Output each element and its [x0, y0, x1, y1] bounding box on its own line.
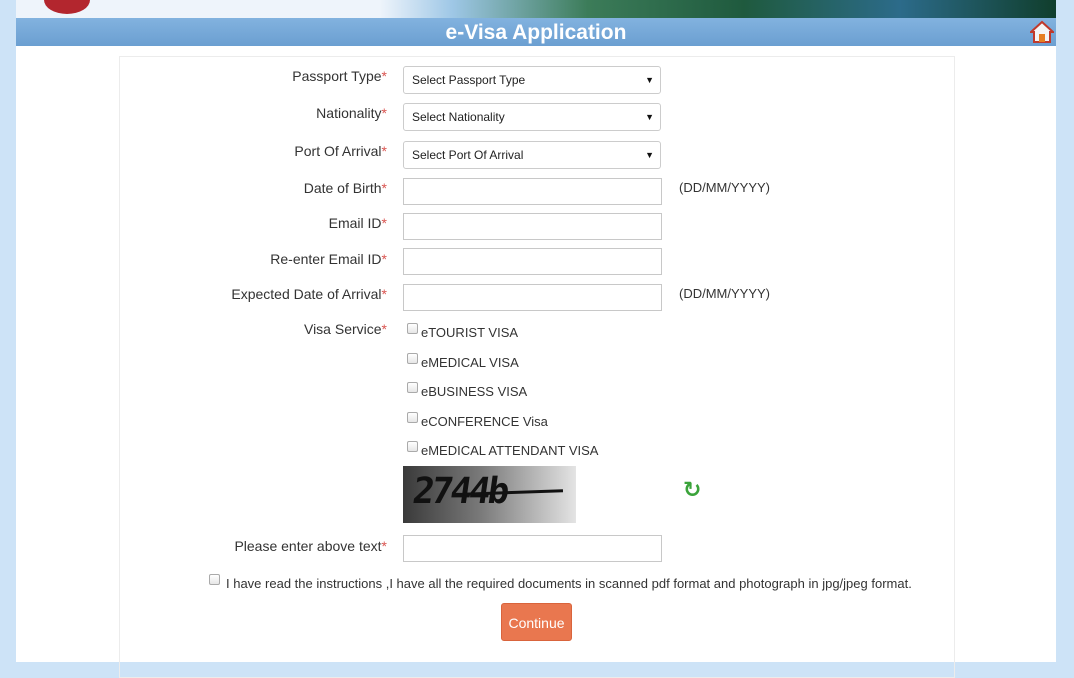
- captcha-input-label: Please enter above text*: [234, 538, 387, 554]
- emedical-attendant-label: eMEDICAL ATTENDANT VISA: [421, 443, 599, 458]
- passport-type-select[interactable]: Select Passport Type ▼: [403, 66, 661, 94]
- date-format-hint: (DD/MM/YYYY): [679, 180, 770, 195]
- port-of-arrival-label: Port Of Arrival*: [294, 143, 387, 159]
- captcha-image: 2744b: [403, 466, 576, 523]
- agreement-checkbox[interactable]: [209, 574, 220, 585]
- captcha-input[interactable]: [403, 535, 662, 562]
- date-of-birth-label: Date of Birth*: [303, 180, 387, 196]
- port-of-arrival-select[interactable]: Select Port Of Arrival ▼: [403, 141, 661, 169]
- email-input[interactable]: [403, 213, 662, 240]
- nationality-select[interactable]: Select Nationality ▼: [403, 103, 661, 131]
- visa-service-label: Visa Service*: [303, 321, 387, 337]
- dropdown-arrow-icon: ▼: [645, 75, 654, 85]
- emedical-checkbox[interactable]: [407, 353, 418, 364]
- refresh-icon[interactable]: ↻: [683, 477, 701, 503]
- expected-arrival-label: Expected Date of Arrival*: [231, 286, 387, 302]
- reenter-email-label: Re-enter Email ID*: [270, 251, 387, 267]
- dropdown-arrow-icon: ▼: [645, 150, 654, 160]
- email-label: Email ID*: [328, 215, 387, 231]
- nationality-label: Nationality*: [316, 105, 387, 121]
- continue-button[interactable]: Continue: [501, 603, 572, 641]
- agreement-text: I have read the instructions ,I have all…: [226, 576, 912, 591]
- emedical-attendant-checkbox[interactable]: [407, 441, 418, 452]
- expected-arrival-input[interactable]: [403, 284, 662, 311]
- ebusiness-checkbox[interactable]: [407, 382, 418, 393]
- date-of-birth-input[interactable]: [403, 178, 662, 205]
- econference-checkbox[interactable]: [407, 412, 418, 423]
- econference-label: eCONFERENCE Visa: [421, 414, 548, 429]
- ebusiness-label: eBUSINESS VISA: [421, 384, 528, 399]
- passport-type-label: Passport Type*: [292, 68, 387, 84]
- etourist-checkbox[interactable]: [407, 323, 418, 334]
- date-format-hint: (DD/MM/YYYY): [679, 286, 770, 301]
- emedical-label: eMEDICAL VISA: [421, 355, 519, 370]
- etourist-label: eTOURIST VISA: [421, 325, 519, 340]
- reenter-email-input[interactable]: [403, 248, 662, 275]
- dropdown-arrow-icon: ▼: [645, 112, 654, 122]
